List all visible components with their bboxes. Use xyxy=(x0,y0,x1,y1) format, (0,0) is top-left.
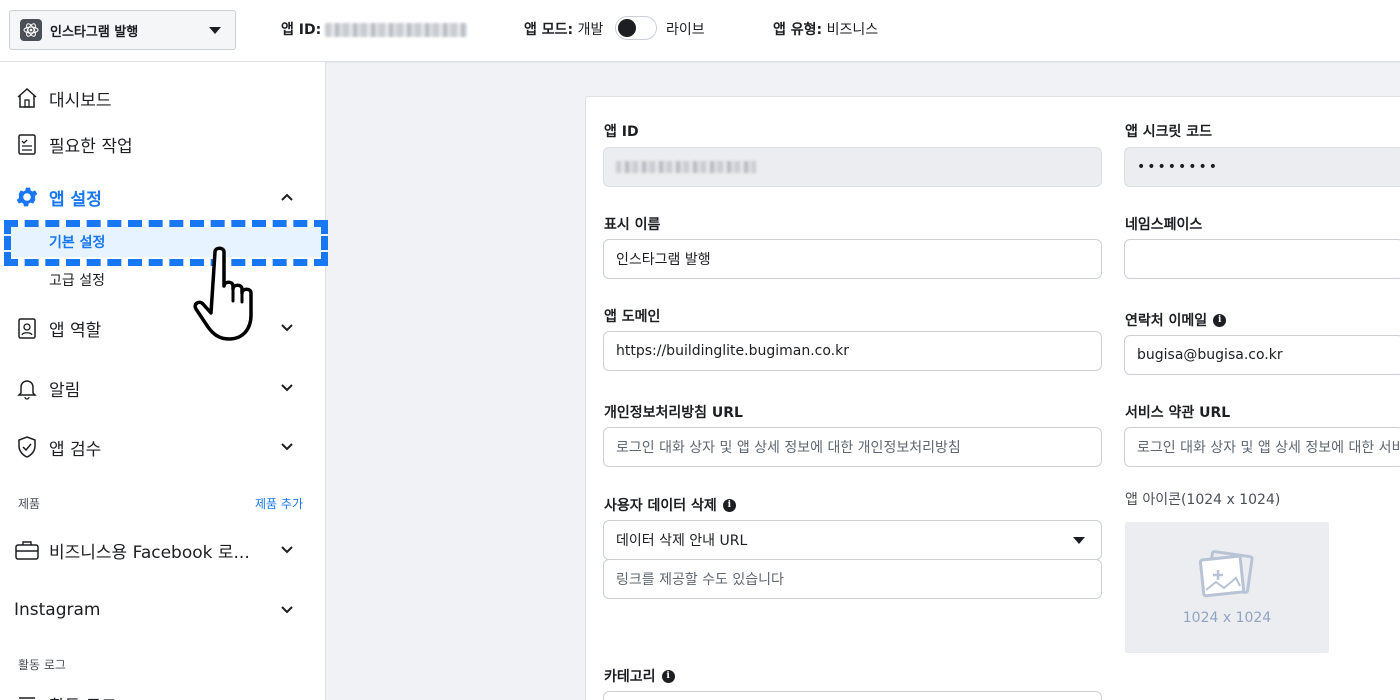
add-image-icon xyxy=(1198,549,1254,597)
app-id-redacted xyxy=(616,161,756,173)
pointing-hand-cursor-icon xyxy=(193,246,253,341)
app-icon-field-label: 앱 아이콘(1024 x 1024) xyxy=(1125,492,1281,508)
sidebar-item-app-settings[interactable]: 앱 설정 xyxy=(0,177,326,217)
sidebar-item-instagram[interactable]: Instagram xyxy=(0,590,326,630)
app-type-value: 비즈니스 xyxy=(826,22,879,38)
home-icon xyxy=(14,85,40,111)
sidebar-subitem-basic-settings[interactable]: 기본 설정 xyxy=(5,227,326,257)
mode-dev-label: 개발 xyxy=(577,22,604,38)
atom-icon xyxy=(20,19,42,41)
namespace-input[interactable] xyxy=(1124,239,1400,279)
caret-down-icon xyxy=(209,27,221,34)
chevron-down-icon xyxy=(281,443,293,451)
namespace-field-label: 네임스페이스 xyxy=(1125,217,1203,233)
contact-email-label-text: 연락처 이메일 xyxy=(1125,313,1208,329)
tos-url-input[interactable]: 로그인 대화 상자 및 앱 상세 정보에 대한 서비스 약관 xyxy=(1124,427,1400,467)
sidebar-subitem-advanced-settings[interactable]: 고급 설정 xyxy=(0,265,326,295)
bell-icon xyxy=(14,375,40,401)
sidebar-item-label: 알림 xyxy=(49,380,81,401)
app-switcher-dropdown[interactable]: 인스타그램 발행 xyxy=(9,10,236,50)
add-product-link[interactable]: 제품 추가 xyxy=(255,495,303,512)
top-bar: 인스타그램 발행 앱 ID: 앱 모드: 개발 라이브 앱 유형: 비즈니스 xyxy=(0,0,1400,62)
info-icon[interactable]: i xyxy=(661,669,675,683)
shield-check-icon xyxy=(14,434,40,460)
app-id-label: 앱 ID: xyxy=(281,22,322,38)
activity-log-section-label: 활동 로그 xyxy=(18,658,66,672)
mode-live-label: 라이브 xyxy=(666,22,705,38)
sidebar-item-label: 앱 검수 xyxy=(49,439,102,460)
sidebar-item-label: 필요한 작업 xyxy=(49,136,133,157)
data-deletion-url-input[interactable]: 링크를 제공할 수도 있습니다 xyxy=(603,559,1102,599)
app-id-readout: 앱 ID: xyxy=(281,19,468,39)
data-deletion-field-label: 사용자 데이터 삭제 i xyxy=(604,495,736,515)
sidebar-item-label: 비즈니스용 Facebook 로... xyxy=(49,542,250,563)
info-icon[interactable]: i xyxy=(1213,313,1227,327)
toggle-knob xyxy=(618,19,636,37)
info-icon[interactable]: i xyxy=(722,498,736,512)
sidebar-item-facebook-login-business[interactable]: 비즈니스용 Facebook 로... xyxy=(0,530,326,570)
data-deletion-select-value: 데이터 삭제 안내 URL xyxy=(616,533,748,549)
privacy-url-field-label: 개인정보처리방침 URL xyxy=(604,405,743,421)
data-deletion-type-select[interactable]: 데이터 삭제 안내 URL xyxy=(603,520,1102,560)
display-name-input[interactable]: 인스타그램 발행 xyxy=(603,239,1102,279)
app-type-label: 앱 유형: xyxy=(773,22,823,38)
app-domain-input[interactable]: https://buildinglite.bugiman.co.kr xyxy=(603,331,1102,371)
contact-email-input[interactable]: bugisa@bugisa.co.kr xyxy=(1124,335,1400,375)
gear-icon xyxy=(14,184,40,210)
chevron-up-icon xyxy=(281,193,293,201)
app-name: 인스타그램 발행 xyxy=(50,24,139,40)
app-secret-field: •••••••• xyxy=(1124,147,1400,187)
caret-down-icon xyxy=(1073,537,1085,544)
basic-settings-card: 앱 ID 앱 시크릿 코드 •••••••• 표시 이름 인스타그램 발행 네임… xyxy=(585,96,1400,700)
sidebar-item-label: Instagram xyxy=(14,600,101,620)
clipboard-icon xyxy=(14,131,40,157)
sidebar: 대시보드 필요한 작업 앱 설정 기본 설정 고급 설정 앱 역할 알림 앱 검 xyxy=(0,62,326,700)
app-domain-field-label: 앱 도메인 xyxy=(604,309,661,325)
chevron-down-icon xyxy=(281,546,293,554)
contact-email-field-label: 연락처 이메일 i xyxy=(1125,310,1227,330)
sidebar-item-label: 활동 로그 xyxy=(49,692,117,700)
chevron-down-icon xyxy=(281,324,293,332)
chevron-down-icon xyxy=(281,384,293,392)
app-icon-upload[interactable]: 1024 x 1024 xyxy=(1125,522,1329,653)
sidebar-item-app-roles[interactable]: 앱 역할 xyxy=(0,308,326,348)
tos-url-field-label: 서비스 약관 URL xyxy=(1125,405,1231,421)
app-mode: 앱 모드: 개발 xyxy=(524,19,603,39)
sidebar-item-dashboard[interactable]: 대시보드 xyxy=(0,78,326,118)
list-icon xyxy=(14,691,40,700)
data-deletion-label-text: 사용자 데이터 삭제 xyxy=(604,498,717,514)
app-id-redacted xyxy=(325,23,468,37)
category-select[interactable] xyxy=(603,691,1102,700)
category-label-text: 카테고리 xyxy=(604,669,656,685)
sidebar-item-label: 앱 설정 xyxy=(49,189,102,210)
app-icon-size-text: 1024 x 1024 xyxy=(1182,609,1272,626)
chevron-down-icon xyxy=(281,606,293,614)
sidebar-item-activity-log[interactable]: 활동 로그 xyxy=(0,684,326,700)
id-badge-icon xyxy=(14,315,40,341)
sidebar-item-required-actions[interactable]: 필요한 작업 xyxy=(0,124,326,164)
app-secret-masked: •••••••• xyxy=(1137,159,1220,175)
sidebar-item-alerts[interactable]: 알림 xyxy=(0,368,326,408)
sidebar-item-label: 앱 역할 xyxy=(49,320,102,341)
products-section-label: 제품 xyxy=(18,497,41,511)
app-id-field-label: 앱 ID xyxy=(604,124,639,140)
app-id-field xyxy=(603,147,1102,187)
sidebar-item-app-review[interactable]: 앱 검수 xyxy=(0,427,326,467)
app-mode-toggle[interactable] xyxy=(615,16,657,40)
display-name-field-label: 표시 이름 xyxy=(604,217,661,233)
privacy-url-input[interactable]: 로그인 대화 상자 및 앱 상세 정보에 대한 개인정보처리방침 xyxy=(603,427,1102,467)
app-mode-label: 앱 모드: xyxy=(524,22,574,38)
app-type: 앱 유형: 비즈니스 xyxy=(773,19,878,39)
briefcase-icon xyxy=(14,537,40,563)
sidebar-item-label: 대시보드 xyxy=(49,90,112,111)
app-secret-field-label: 앱 시크릿 코드 xyxy=(1125,124,1213,140)
category-field-label: 카테고리 i xyxy=(604,666,675,686)
